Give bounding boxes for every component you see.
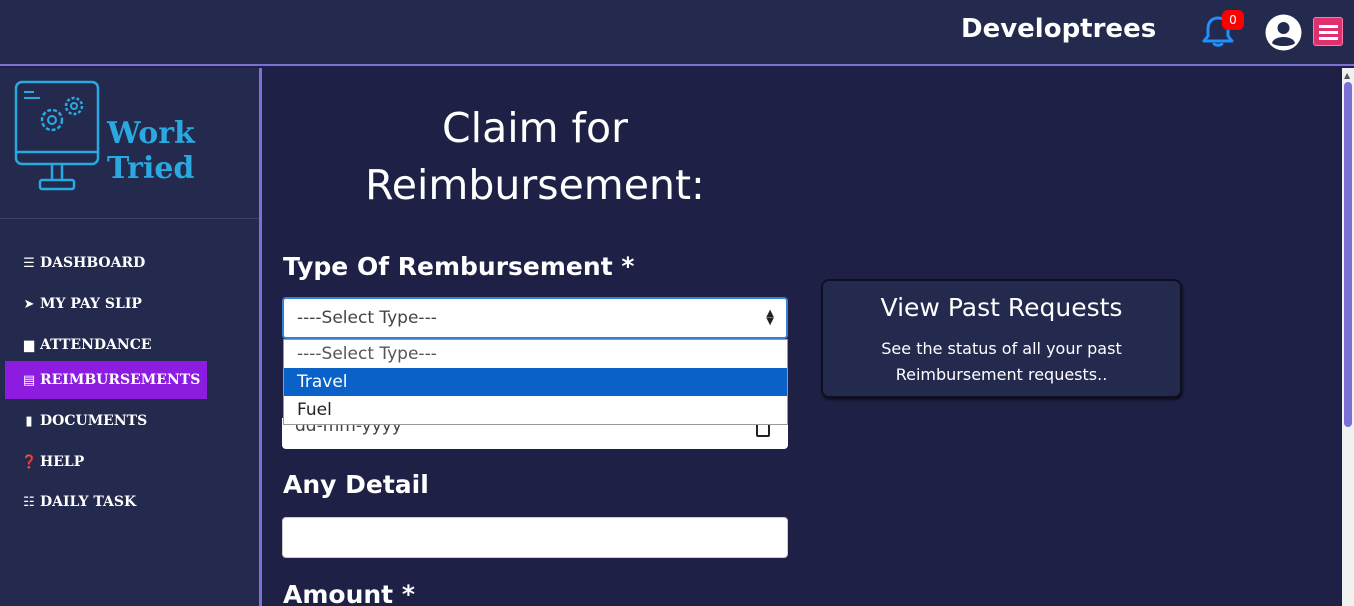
top-bar: Developtrees 0 (0, 0, 1354, 66)
file-icon: ▮ (25, 413, 33, 429)
sidebar-item-documents[interactable]: ▮ DOCUMENTS (5, 402, 147, 440)
detail-label: Any Detail (283, 470, 429, 499)
type-select-value: ----Select Type--- (297, 308, 437, 328)
sidebar-item-attendance[interactable]: ▆ ATTENDANCE (5, 326, 152, 364)
dropdown-option-travel[interactable]: Travel (284, 368, 787, 396)
sidebar-item-label: MY PAY SLIP (40, 296, 142, 312)
type-label: Type Of Rembursement * (283, 252, 635, 281)
sidebar-item-label: DOCUMENTS (40, 413, 148, 429)
dropdown-option-fuel[interactable]: Fuel (284, 396, 787, 424)
sidebar-item-label: REIMBURSEMENTS (40, 372, 201, 388)
sidebar-item-my-pay-slip[interactable]: ➤ MY PAY SLIP (5, 285, 142, 323)
amount-label: Amount * (283, 580, 415, 606)
calendar-icon: ▆ (24, 337, 34, 353)
sidebar-item-reimbursements[interactable]: ▤ REIMBURSEMENTS (5, 361, 207, 399)
sidebar: Work Tried ☰ DASHBOARD ➤ MY PAY SLIP ▆ A… (0, 68, 262, 606)
logo-text: Work Tried (107, 116, 195, 186)
tasks-icon: ☷ (23, 494, 35, 510)
brand-name: Developtrees (961, 14, 1157, 44)
sidebar-divider (0, 218, 259, 219)
sidebar-item-label: HELP (40, 454, 85, 470)
credit-card-icon: ▤ (22, 372, 36, 388)
type-dropdown-list: ----Select Type--- Travel Fuel (283, 339, 788, 425)
sidebar-item-label: DAILY TASK (40, 494, 137, 510)
sidebar-item-dashboard[interactable]: ☰ DASHBOARD (5, 244, 145, 282)
type-select[interactable]: ----Select Type--- ▲ ▼ (282, 297, 788, 339)
page-title-line-2: Reimbursement: (365, 161, 705, 209)
list-icon: ☰ (23, 255, 35, 271)
dropdown-option-placeholder[interactable]: ----Select Type--- (284, 340, 787, 368)
page-title: Claim for Reimbursement: (282, 100, 788, 214)
scroll-up-arrow-icon[interactable]: ▲ (1344, 71, 1350, 80)
user-avatar-icon[interactable] (1265, 14, 1302, 51)
notification-badge: 0 (1222, 10, 1244, 30)
page-title-line-1: Claim for (442, 104, 628, 152)
card-title: View Past Requests (880, 293, 1123, 322)
view-past-requests-card[interactable]: View Past Requests See the status of all… (821, 279, 1182, 398)
sidebar-item-help[interactable]: ❓ HELP (5, 443, 84, 481)
calendar-picker-icon[interactable] (756, 423, 770, 437)
sidebar-item-label: ATTENDANCE (40, 337, 152, 353)
detail-input[interactable] (282, 517, 788, 558)
sidebar-item-daily-task[interactable]: ☷ DAILY TASK (5, 483, 136, 521)
scroll-thumb[interactable] (1344, 82, 1352, 427)
select-arrows-icon: ▲ ▼ (766, 308, 774, 327)
card-description: See the status of all your past Reimburs… (881, 339, 1122, 384)
paper-plane-icon: ➤ (23, 296, 35, 312)
question-circle-icon: ❓ (21, 454, 38, 470)
page-scrollbar[interactable]: ▲ (1342, 68, 1354, 606)
hamburger-menu-button[interactable] (1313, 17, 1343, 46)
sidebar-item-label: DASHBOARD (40, 255, 146, 271)
